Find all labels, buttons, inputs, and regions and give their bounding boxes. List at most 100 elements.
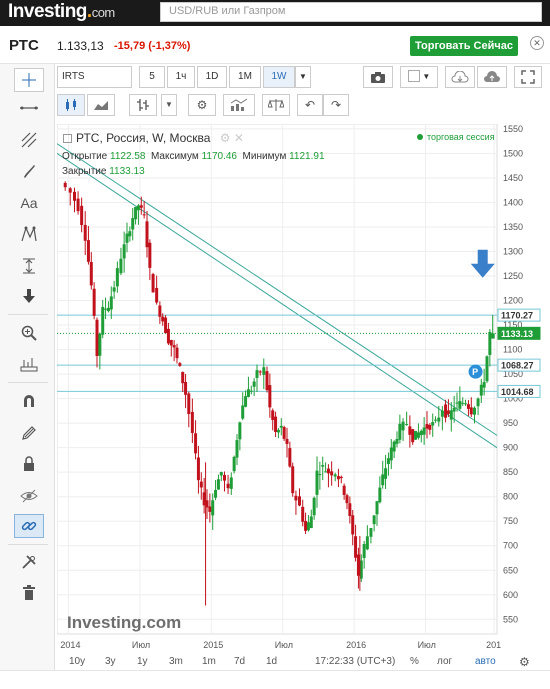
candle-body [461,402,465,404]
candle-body [351,515,355,535]
area-chart-icon[interactable] [87,94,115,116]
candle-body [246,389,250,398]
gear-icon[interactable]: ⚙ [519,654,530,670]
chevron-down-icon[interactable]: ▼ [295,66,311,88]
range-3m[interactable]: 3m [169,654,183,670]
price-label: 1014.68 [501,387,534,397]
hide-icon[interactable] [14,484,44,508]
candle-body [63,182,67,188]
candle-body [166,328,170,344]
pencil-lock-icon[interactable] [14,421,44,445]
symbol-input[interactable]: IRTS [57,66,132,88]
candle-body [109,296,113,310]
candle-body [241,405,245,419]
candle-body [482,382,486,388]
arrow-down-icon[interactable] [14,284,44,308]
candle-body [265,371,269,391]
interval-1w[interactable]: 1W [263,66,295,88]
site-logo[interactable]: Investing.com [8,1,115,23]
magnet-icon[interactable] [14,389,44,413]
percent-toggle[interactable]: % [410,654,419,670]
undo-icon[interactable]: ↶ [297,94,323,116]
cloud-upload-icon[interactable] [477,66,507,88]
color-picker[interactable]: ▼ [400,66,438,88]
y-tick-label: 1400 [503,197,523,207]
candle-body [98,333,102,356]
cloud-download-icon[interactable] [445,66,475,88]
candle-body [104,308,108,310]
trade-now-button[interactable]: Торговать Сейчас [410,36,518,56]
candle-body [274,416,278,432]
fullscreen-icon[interactable] [514,66,542,88]
candle-body [196,457,200,481]
candle-body [444,404,448,418]
lock-icon[interactable] [14,452,44,476]
last-price: 1.133,13 [57,39,104,53]
range-10y[interactable]: 10y [69,654,85,670]
candle-body [187,393,191,415]
candle-body [161,316,165,322]
event-badge-label: P [472,367,478,377]
candle-body [229,477,233,489]
candle-body [232,456,236,472]
range-1d[interactable]: 1d [266,654,277,670]
compare-icon[interactable] [262,94,290,116]
candle-body [282,427,286,439]
candles-icon[interactable] [57,94,85,116]
log-toggle[interactable]: лог [437,654,452,670]
redo-icon[interactable]: ↷ [323,94,349,116]
candle-body [142,214,146,216]
pattern-icon[interactable] [14,222,44,246]
candle-body [348,503,352,516]
ruler-icon[interactable] [14,352,44,376]
auto-toggle[interactable]: авто [475,654,496,670]
measure-icon[interactable] [14,254,44,278]
settings-icon[interactable]: ⚙ ✕ [220,131,244,145]
range-3y[interactable]: 3y [105,654,116,670]
camera-icon[interactable] [363,66,393,88]
candle-body [208,506,212,512]
range-1m[interactable]: 1m [202,654,216,670]
candle-body [479,384,483,396]
y-tick-label: 750 [503,516,518,526]
trash-icon[interactable] [14,581,44,605]
trend-line-icon[interactable] [14,96,44,120]
drawing-toolbar: Aa [0,64,55,689]
range-7d[interactable]: 7d [234,654,245,670]
candle-body [476,398,480,407]
gear-icon[interactable]: ⚙ [188,94,216,116]
text-tool-icon[interactable]: Aa [14,191,44,215]
y-tick-label: 1450 [503,173,523,183]
candle-body [235,440,239,458]
zoom-icon[interactable] [14,321,44,345]
y-tick-label: 1200 [503,296,523,306]
link-icon[interactable] [14,514,44,538]
range-1y[interactable]: 1y [137,654,148,670]
interval-1h[interactable]: 1ч [167,66,195,88]
range-bar: 10y 3y 1y 3m 1m 7d 1d 17:22:33 (UTC+3) %… [57,654,547,670]
collapse-icon[interactable] [63,134,72,144]
tools-icon[interactable] [14,550,44,574]
x-tick-label: 201 [486,640,501,650]
fork-icon[interactable] [14,128,44,152]
interval-5[interactable]: 5 [139,66,165,88]
brush-icon[interactable] [14,159,44,183]
chevron-down-icon[interactable]: ▼ [161,94,177,116]
price-chart[interactable]: 550 600 650 700 750 800 850 900 950 1000 1050 1100 1… [57,124,547,669]
candle-body [175,347,179,359]
candle-body [155,287,159,303]
interval-1m[interactable]: 1M [229,66,261,88]
crosshair-icon[interactable] [14,68,44,92]
candle-body [73,191,76,201]
close-icon[interactable]: ✕ [530,36,544,50]
search-input[interactable]: USD/RUB или Газпром [160,2,542,22]
indicators-icon[interactable] [223,94,255,116]
candle-body [384,468,388,479]
candle-body [422,427,426,435]
interval-1d[interactable]: 1D [197,66,227,88]
chart-canvas[interactable]: 5506006507007508008509009501000105011001… [57,124,547,654]
candle-body [285,438,289,444]
candle-body [466,404,470,409]
candle-body [372,515,376,525]
bars-icon[interactable] [129,94,157,116]
